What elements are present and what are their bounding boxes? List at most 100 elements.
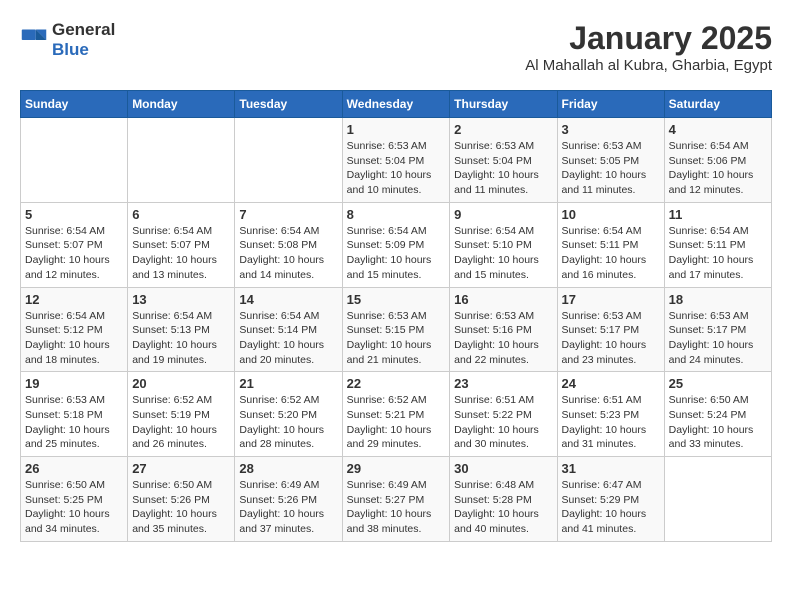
day-info: Sunrise: 6:54 AM Sunset: 5:11 PM Dayligh… (669, 224, 767, 283)
day-number: 11 (669, 207, 767, 222)
day-info: Sunrise: 6:54 AM Sunset: 5:09 PM Dayligh… (347, 224, 446, 283)
calendar-cell: 25 Sunrise: 6:50 AM Sunset: 5:24 PM Dayli… (664, 372, 771, 457)
calendar-subtitle: Al Mahallah al Kubra, Gharbia, Egypt (525, 57, 772, 74)
calendar-cell: 3 Sunrise: 6:53 AM Sunset: 5:05 PM Daylig… (557, 118, 664, 203)
page-header: General Blue January 2025 Al Mahallah al… (20, 20, 772, 74)
day-number: 4 (669, 122, 767, 137)
day-number: 24 (562, 376, 660, 391)
day-info: Sunrise: 6:54 AM Sunset: 5:14 PM Dayligh… (239, 309, 337, 368)
day-number: 29 (347, 461, 446, 476)
day-info: Sunrise: 6:53 AM Sunset: 5:16 PM Dayligh… (454, 309, 552, 368)
calendar-cell (664, 457, 771, 542)
day-info: Sunrise: 6:49 AM Sunset: 5:26 PM Dayligh… (239, 478, 337, 537)
logo: General Blue (20, 20, 115, 60)
calendar-cell: 17 Sunrise: 6:53 AM Sunset: 5:17 PM Dayli… (557, 287, 664, 372)
calendar-cell: 23Sunrise: 6:51 AM Sunset: 5:22 PM Dayli… (450, 372, 557, 457)
logo-blue: Blue (52, 40, 89, 59)
day-number: 5 (25, 207, 123, 222)
calendar-cell: 12Sunrise: 6:54 AM Sunset: 5:12 PM Dayli… (21, 287, 128, 372)
week-row-4: 19 Sunrise: 6:53 AM Sunset: 5:18 PM Dayli… (21, 372, 772, 457)
weekday-sunday: Sunday (21, 91, 128, 118)
day-number: 6 (132, 207, 230, 222)
day-number: 18 (669, 292, 767, 307)
day-info: Sunrise: 6:50 AM Sunset: 5:25 PM Dayligh… (25, 478, 123, 537)
calendar-cell: 19 Sunrise: 6:53 AM Sunset: 5:18 PM Dayli… (21, 372, 128, 457)
calendar-cell: 4 Sunrise: 6:54 AM Sunset: 5:06 PM Daylig… (664, 118, 771, 203)
calendar-cell: 24 Sunrise: 6:51 AM Sunset: 5:23 PM Dayli… (557, 372, 664, 457)
weekday-thursday: Thursday (450, 91, 557, 118)
day-number: 9 (454, 207, 552, 222)
day-info: Sunrise: 6:54 AM Sunset: 5:07 PM Dayligh… (132, 224, 230, 283)
day-info: Sunrise: 6:53 AM Sunset: 5:17 PM Dayligh… (562, 309, 660, 368)
day-info: Sunrise: 6:53 AM Sunset: 5:04 PM Dayligh… (347, 139, 446, 198)
day-number: 2 (454, 122, 552, 137)
calendar-cell: 28 Sunrise: 6:49 AM Sunset: 5:26 PM Dayli… (235, 457, 342, 542)
calendar-table: SundayMondayTuesdayWednesdayThursdayFrid… (20, 90, 772, 542)
calendar-cell: 5 Sunrise: 6:54 AM Sunset: 5:07 PM Daylig… (21, 202, 128, 287)
calendar-cell: 31 Sunrise: 6:47 AM Sunset: 5:29 PM Dayli… (557, 457, 664, 542)
day-number: 31 (562, 461, 660, 476)
calendar-cell: 30 Sunrise: 6:48 AM Sunset: 5:28 PM Dayli… (450, 457, 557, 542)
day-info: Sunrise: 6:50 AM Sunset: 5:24 PM Dayligh… (669, 393, 767, 452)
logo-general: General (52, 20, 115, 39)
day-info: Sunrise: 6:51 AM Sunset: 5:23 PM Dayligh… (562, 393, 660, 452)
calendar-cell: 1 Sunrise: 6:53 AM Sunset: 5:04 PM Daylig… (342, 118, 450, 203)
day-number: 28 (239, 461, 337, 476)
day-number: 1 (347, 122, 446, 137)
calendar-cell: 8 Sunrise: 6:54 AM Sunset: 5:09 PM Daylig… (342, 202, 450, 287)
day-number: 10 (562, 207, 660, 222)
day-number: 15 (347, 292, 446, 307)
calendar-cell: 16 Sunrise: 6:53 AM Sunset: 5:16 PM Dayli… (450, 287, 557, 372)
calendar-cell: 22 Sunrise: 6:52 AM Sunset: 5:21 PM Dayli… (342, 372, 450, 457)
day-info: Sunrise: 6:50 AM Sunset: 5:26 PM Dayligh… (132, 478, 230, 537)
title-block: January 2025 Al Mahallah al Kubra, Gharb… (525, 20, 772, 74)
day-info: Sunrise: 6:54 AM Sunset: 5:07 PM Dayligh… (25, 224, 123, 283)
day-number: 17 (562, 292, 660, 307)
weekday-header-row: SundayMondayTuesdayWednesdayThursdayFrid… (21, 91, 772, 118)
day-number: 23 (454, 376, 552, 391)
day-info: Sunrise: 6:54 AM Sunset: 5:12 PM Dayligh… (25, 309, 123, 368)
day-number: 20 (132, 376, 230, 391)
day-info: Sunrise: 6:53 AM Sunset: 5:15 PM Dayligh… (347, 309, 446, 368)
calendar-cell: 20Sunrise: 6:52 AM Sunset: 5:19 PM Dayli… (128, 372, 235, 457)
calendar-cell: 18Sunrise: 6:53 AM Sunset: 5:17 PM Dayli… (664, 287, 771, 372)
day-info: Sunrise: 6:52 AM Sunset: 5:20 PM Dayligh… (239, 393, 337, 452)
day-info: Sunrise: 6:53 AM Sunset: 5:05 PM Dayligh… (562, 139, 660, 198)
week-row-2: 5 Sunrise: 6:54 AM Sunset: 5:07 PM Daylig… (21, 202, 772, 287)
day-number: 30 (454, 461, 552, 476)
day-number: 13 (132, 292, 230, 307)
calendar-cell: 29Sunrise: 6:49 AM Sunset: 5:27 PM Dayli… (342, 457, 450, 542)
day-number: 22 (347, 376, 446, 391)
calendar-cell: 10Sunrise: 6:54 AM Sunset: 5:11 PM Dayli… (557, 202, 664, 287)
day-number: 19 (25, 376, 123, 391)
day-number: 26 (25, 461, 123, 476)
day-info: Sunrise: 6:53 AM Sunset: 5:18 PM Dayligh… (25, 393, 123, 452)
day-info: Sunrise: 6:48 AM Sunset: 5:28 PM Dayligh… (454, 478, 552, 537)
weekday-friday: Friday (557, 91, 664, 118)
day-info: Sunrise: 6:52 AM Sunset: 5:21 PM Dayligh… (347, 393, 446, 452)
day-info: Sunrise: 6:54 AM Sunset: 5:06 PM Dayligh… (669, 139, 767, 198)
calendar-cell: 14 Sunrise: 6:54 AM Sunset: 5:14 PM Dayli… (235, 287, 342, 372)
calendar-cell: 2 Sunrise: 6:53 AM Sunset: 5:04 PM Daylig… (450, 118, 557, 203)
day-number: 14 (239, 292, 337, 307)
day-number: 27 (132, 461, 230, 476)
calendar-cell: 11 Sunrise: 6:54 AM Sunset: 5:11 PM Dayli… (664, 202, 771, 287)
day-info: Sunrise: 6:53 AM Sunset: 5:04 PM Dayligh… (454, 139, 552, 198)
weekday-wednesday: Wednesday (342, 91, 450, 118)
week-row-1: 1 Sunrise: 6:53 AM Sunset: 5:04 PM Daylig… (21, 118, 772, 203)
day-number: 7 (239, 207, 337, 222)
day-number: 8 (347, 207, 446, 222)
logo-icon (20, 26, 48, 54)
calendar-cell (128, 118, 235, 203)
calendar-cell: 13Sunrise: 6:54 AM Sunset: 5:13 PM Dayli… (128, 287, 235, 372)
calendar-cell: 6 Sunrise: 6:54 AM Sunset: 5:07 PM Daylig… (128, 202, 235, 287)
calendar-cell: 21Sunrise: 6:52 AM Sunset: 5:20 PM Dayli… (235, 372, 342, 457)
day-info: Sunrise: 6:47 AM Sunset: 5:29 PM Dayligh… (562, 478, 660, 537)
day-number: 3 (562, 122, 660, 137)
calendar-cell: 26 Sunrise: 6:50 AM Sunset: 5:25 PM Dayli… (21, 457, 128, 542)
day-number: 16 (454, 292, 552, 307)
day-number: 25 (669, 376, 767, 391)
weekday-monday: Monday (128, 91, 235, 118)
week-row-5: 26 Sunrise: 6:50 AM Sunset: 5:25 PM Dayli… (21, 457, 772, 542)
calendar-cell: 27 Sunrise: 6:50 AM Sunset: 5:26 PM Dayli… (128, 457, 235, 542)
